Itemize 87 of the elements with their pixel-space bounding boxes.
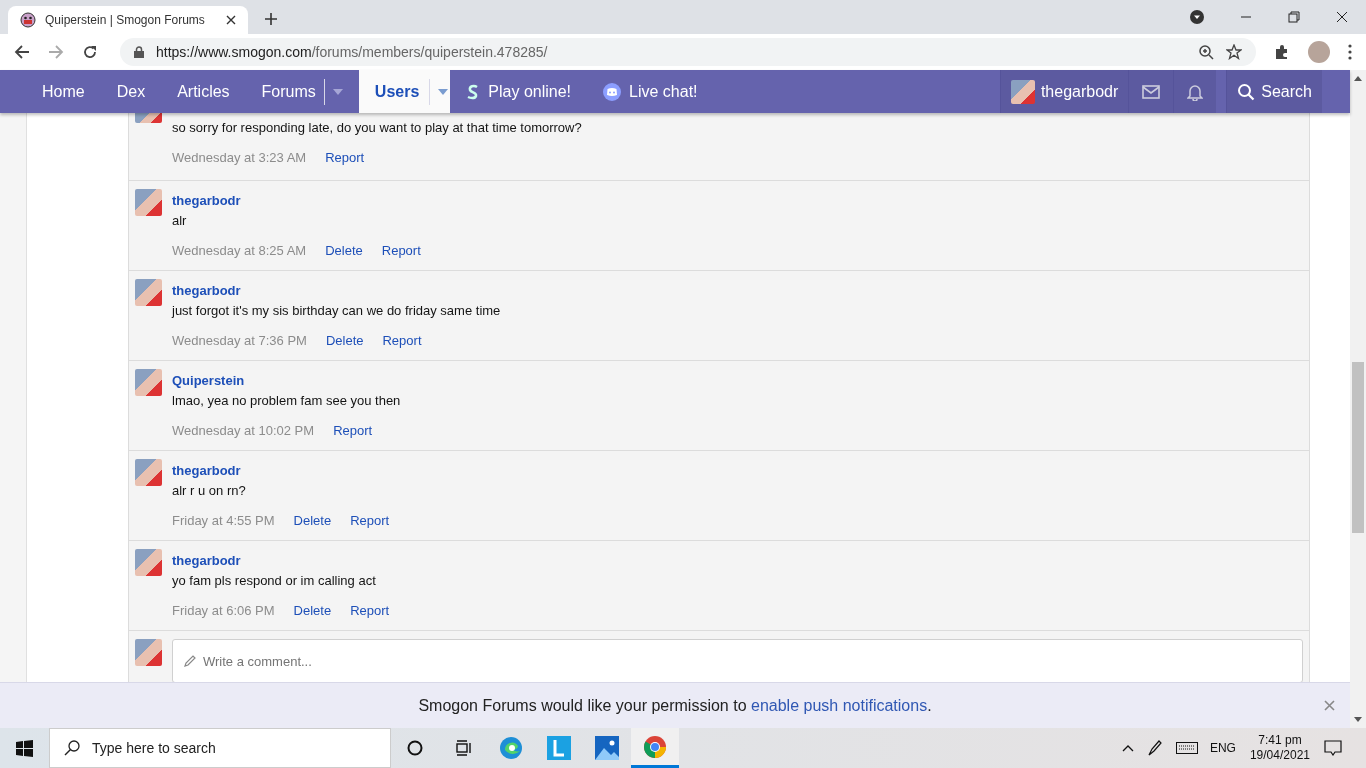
chevron-up-icon[interactable]	[1121, 744, 1134, 752]
menu-icon[interactable]	[1348, 44, 1352, 60]
avatar[interactable]	[135, 549, 162, 576]
action-link[interactable]: Report	[382, 331, 422, 351]
comment-text: just forgot it's my sis birthday can we do friday same time	[172, 302, 501, 320]
chat-logo-icon	[603, 82, 622, 101]
username-link[interactable]: thegarbodr	[172, 191, 421, 211]
dropdown-icon[interactable]	[1190, 10, 1204, 24]
action-link[interactable]: Delete	[293, 511, 332, 531]
notification-icon[interactable]	[1324, 740, 1342, 756]
avatar[interactable]	[135, 369, 162, 396]
avatar[interactable]	[135, 459, 162, 486]
caret-icon[interactable]	[438, 88, 449, 95]
pencil-icon	[183, 654, 197, 668]
comment-text: alr r u on rn?	[172, 482, 247, 500]
close-icon[interactable]	[1336, 11, 1348, 23]
nav-tab[interactable]: Home	[26, 70, 101, 113]
search-placeholder: Type here to search	[92, 740, 216, 756]
photos-app-icon[interactable]	[595, 736, 619, 760]
comment-text: so sorry for responding late, do you want to play at that time tomorrow?	[172, 119, 582, 137]
comment-field[interactable]: Write a comment...	[172, 639, 1303, 682]
site-favicon-icon	[20, 12, 36, 28]
zoom-icon[interactable]	[1198, 44, 1214, 60]
comment-text: alr	[172, 212, 188, 230]
scroll-down-icon[interactable]	[1354, 717, 1362, 722]
restore-icon[interactable]	[1288, 11, 1300, 23]
bell-icon	[1187, 82, 1204, 101]
language-indicator[interactable]: ENG	[1209, 741, 1236, 755]
account-link[interactable]: thegarbodr	[999, 70, 1129, 113]
notice-text: Smogon Forums would like your permission to enable push notifications.	[418, 696, 932, 715]
chrome-browser-icon[interactable]	[643, 734, 667, 759]
inbox-button[interactable]	[1128, 70, 1174, 113]
pen-icon[interactable]	[1145, 739, 1164, 757]
avatar	[135, 639, 162, 666]
clock[interactable]: 7:41 pm 19/04/2021	[1249, 733, 1310, 763]
action-link[interactable]: Report	[350, 511, 390, 531]
action-link[interactable]: Report	[325, 148, 365, 168]
alerts-button[interactable]	[1173, 70, 1217, 113]
comment-text: yo fam pls respond or im calling act	[172, 572, 377, 590]
avatar[interactable]	[135, 113, 162, 123]
new-tab-icon[interactable]	[264, 12, 278, 26]
username-link[interactable]: thegarbodr	[172, 281, 501, 301]
close-icon[interactable]	[226, 15, 236, 25]
reload-icon[interactable]	[82, 44, 98, 60]
puzzle-icon[interactable]	[1274, 44, 1290, 60]
search-button[interactable]: Search	[1226, 70, 1322, 113]
action-link[interactable]: Report	[381, 241, 421, 261]
avatar[interactable]	[135, 189, 162, 216]
nav-tab[interactable]: Dex	[100, 70, 162, 113]
notifications-link[interactable]: enable push notifications	[751, 696, 928, 714]
scroll-up-icon[interactable]	[1354, 76, 1362, 81]
action-link[interactable]: Delete	[293, 601, 332, 621]
envelope-icon	[1142, 84, 1161, 99]
scrollbar[interactable]	[1350, 70, 1366, 728]
username-link[interactable]: Quiperstein	[172, 371, 401, 391]
nav-tab[interactable]: Users	[358, 70, 451, 113]
url-text: https://www.smogon.com/forums/members/quiperstein.478285/	[156, 44, 548, 60]
nav-tab[interactable]: Articles	[161, 70, 246, 113]
edge-browser-icon[interactable]	[499, 736, 523, 760]
username-link[interactable]: thegarbodr	[172, 461, 390, 481]
letter-l-app-icon[interactable]	[547, 736, 571, 760]
comment-input[interactable]: Write a comment...	[201, 652, 1292, 670]
nav-tab[interactable]: Play online!	[450, 70, 588, 113]
star-icon[interactable]	[1226, 44, 1242, 60]
lock-icon	[134, 46, 144, 58]
task-view-icon[interactable]	[454, 740, 472, 756]
search-icon	[64, 740, 80, 756]
scroll-thumb[interactable]	[1352, 362, 1364, 533]
cortana-icon[interactable]	[407, 740, 423, 756]
comment-text: lmao, yea no problem fam see you then	[172, 392, 401, 410]
windows-logo-icon[interactable]	[16, 739, 33, 757]
avatar[interactable]	[135, 279, 162, 306]
username-link[interactable]: thegarbodr	[172, 551, 390, 571]
taskbar-search-field[interactable]: Type here to search	[49, 728, 391, 768]
search-icon	[1237, 82, 1256, 101]
action-link[interactable]: Report	[333, 421, 373, 441]
browser-tab[interactable]: Quiperstein | Smogon Forums	[8, 6, 248, 34]
action-link[interactable]: Report	[350, 601, 390, 621]
tab-title: Quiperstein | Smogon Forums	[45, 13, 206, 27]
address-bar[interactable]: https://www.smogon.com/forums/members/quiperstein.478285/	[120, 38, 1256, 66]
action-link[interactable]: Delete	[325, 241, 363, 261]
action-link[interactable]: Delete	[325, 331, 364, 351]
nav-tab[interactable]: Forums	[245, 70, 359, 113]
back-icon[interactable]	[14, 44, 30, 60]
keyboard-icon[interactable]	[1175, 742, 1198, 754]
avatar	[1010, 79, 1035, 104]
nav-tab[interactable]: Live chat!	[587, 70, 714, 113]
